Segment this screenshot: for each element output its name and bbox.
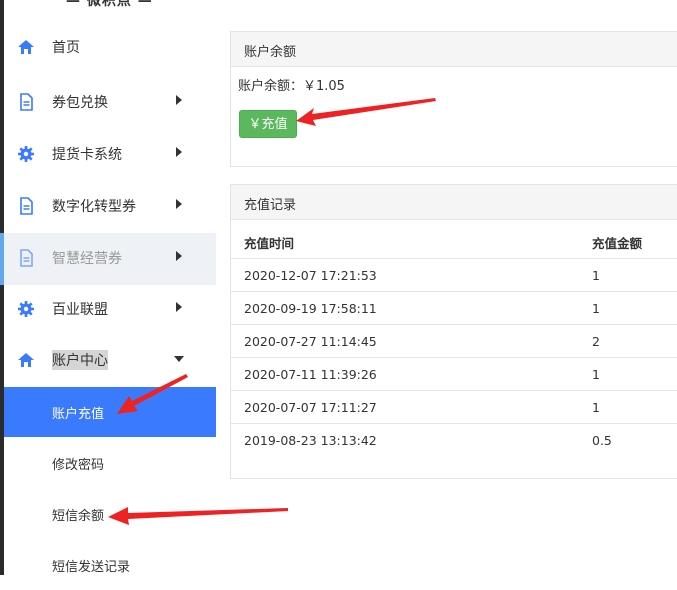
sidebar: — 微积点 — 首页 券包兑换 提货卡系统 数字化转型券 智慧经营券 百业联盟 … bbox=[0, 0, 216, 575]
chevron-down-icon bbox=[174, 356, 184, 362]
balance-panel: 账户余额 账户余额：￥1.05 ￥充值 bbox=[230, 31, 677, 167]
chevron-right-icon bbox=[176, 199, 182, 209]
document-icon bbox=[20, 249, 33, 267]
sidebar-item-label: 智慧经营券 bbox=[52, 251, 122, 267]
panel-header: 账户余额 bbox=[231, 32, 677, 67]
table-row: 2020-09-19 17:58:11 1 bbox=[231, 291, 677, 325]
cell-amount: 1 bbox=[592, 258, 677, 292]
chevron-right-icon bbox=[176, 147, 182, 157]
panel-title: 充值记录 bbox=[244, 198, 297, 213]
document-icon bbox=[20, 93, 33, 111]
sidebar-item-label: 数字化转型券 bbox=[52, 199, 136, 215]
sidebar-item-label: 提货卡系统 bbox=[52, 147, 122, 163]
home-icon bbox=[18, 353, 34, 367]
cell-time: 2020-07-07 17:11:27 bbox=[231, 390, 592, 424]
app-logo: — 微积点 — bbox=[66, 0, 153, 9]
table-row: 2020-12-07 17:21:53 1 bbox=[231, 258, 677, 292]
gear-icon bbox=[18, 301, 34, 317]
balance-amount: 账户余额：￥1.05 bbox=[238, 79, 345, 94]
table-row: 2020-07-11 11:39:26 1 bbox=[231, 357, 677, 391]
cell-time: 2020-07-27 11:14:45 bbox=[231, 324, 592, 358]
chevron-right-icon bbox=[176, 95, 182, 105]
sidebar-item-label: 首页 bbox=[52, 40, 80, 56]
panel-header: 充值记录 bbox=[231, 185, 677, 220]
cell-amount: 1 bbox=[592, 291, 677, 325]
panel-title: 账户余额 bbox=[244, 45, 297, 60]
column-header: 充值时间 bbox=[244, 236, 295, 251]
records-table: 充值时间 充值金额 2020-12-07 17:21:53 1 2020-09-1… bbox=[231, 227, 677, 456]
sidebar-item-coupon-exchange[interactable]: 券包兑换 bbox=[4, 77, 216, 129]
sidebar-subitem-label: 短信发送记录 bbox=[52, 560, 131, 575]
sidebar-subitem-label: 修改密码 bbox=[52, 458, 105, 473]
sidebar-item-home[interactable]: 首页 bbox=[4, 22, 216, 74]
sidebar-item-account-center[interactable]: 账户中心 bbox=[4, 335, 216, 387]
sidebar-item-label: 账户中心 bbox=[52, 350, 108, 370]
cell-time: 2020-09-19 17:58:11 bbox=[231, 291, 592, 325]
sidebar-item-label: 百业联盟 bbox=[52, 302, 108, 318]
table-row: 2019-08-23 13:13:42 0.5 bbox=[231, 423, 677, 456]
sidebar-subitem-sms-balance[interactable]: 短信余额 bbox=[4, 489, 216, 539]
cell-amount: 0.5 bbox=[592, 423, 677, 456]
sidebar-item-label: 券包兑换 bbox=[52, 95, 108, 111]
table-row: 2020-07-07 17:11:27 1 bbox=[231, 390, 677, 424]
sidebar-item-digital-coupon[interactable]: 数字化转型券 bbox=[4, 181, 216, 233]
table-header-row: 充值时间 充值金额 bbox=[231, 227, 677, 259]
chevron-right-icon bbox=[176, 251, 182, 261]
sidebar-subitem-change-password[interactable]: 修改密码 bbox=[4, 438, 216, 488]
cell-time: 2020-12-07 17:21:53 bbox=[231, 258, 592, 292]
cell-time: 2020-07-11 11:39:26 bbox=[231, 357, 592, 391]
hover-accent bbox=[0, 233, 4, 285]
sidebar-item-smart-business[interactable]: 智慧经营券 bbox=[0, 233, 216, 285]
sidebar-subitem-recharge[interactable]: 账户充值 bbox=[4, 387, 216, 437]
cell-time: 2019-08-23 13:13:42 bbox=[231, 423, 592, 456]
recharge-records-panel: 充值记录 充值时间 充值金额 2020-12-07 17:21:53 1 2020… bbox=[230, 184, 677, 479]
sidebar-subitem-sms-records[interactable]: 短信发送记录 bbox=[4, 540, 216, 590]
sidebar-item-alliance[interactable]: 百业联盟 bbox=[4, 284, 216, 336]
recharge-button[interactable]: ￥充值 bbox=[239, 110, 297, 138]
sidebar-subitem-label: 账户充值 bbox=[52, 407, 105, 422]
table-row: 2020-07-27 11:14:45 2 bbox=[231, 324, 677, 358]
home-icon bbox=[18, 40, 34, 54]
sidebar-subitem-label: 短信余额 bbox=[52, 509, 105, 524]
cell-amount: 1 bbox=[592, 390, 677, 424]
chevron-right-icon bbox=[176, 302, 182, 312]
gear-icon bbox=[18, 146, 34, 162]
document-icon bbox=[20, 197, 33, 215]
cell-amount: 1 bbox=[592, 357, 677, 391]
column-header: 充值金额 bbox=[592, 236, 643, 251]
sidebar-item-pickup-card[interactable]: 提货卡系统 bbox=[4, 129, 216, 181]
cell-amount: 2 bbox=[592, 324, 677, 358]
